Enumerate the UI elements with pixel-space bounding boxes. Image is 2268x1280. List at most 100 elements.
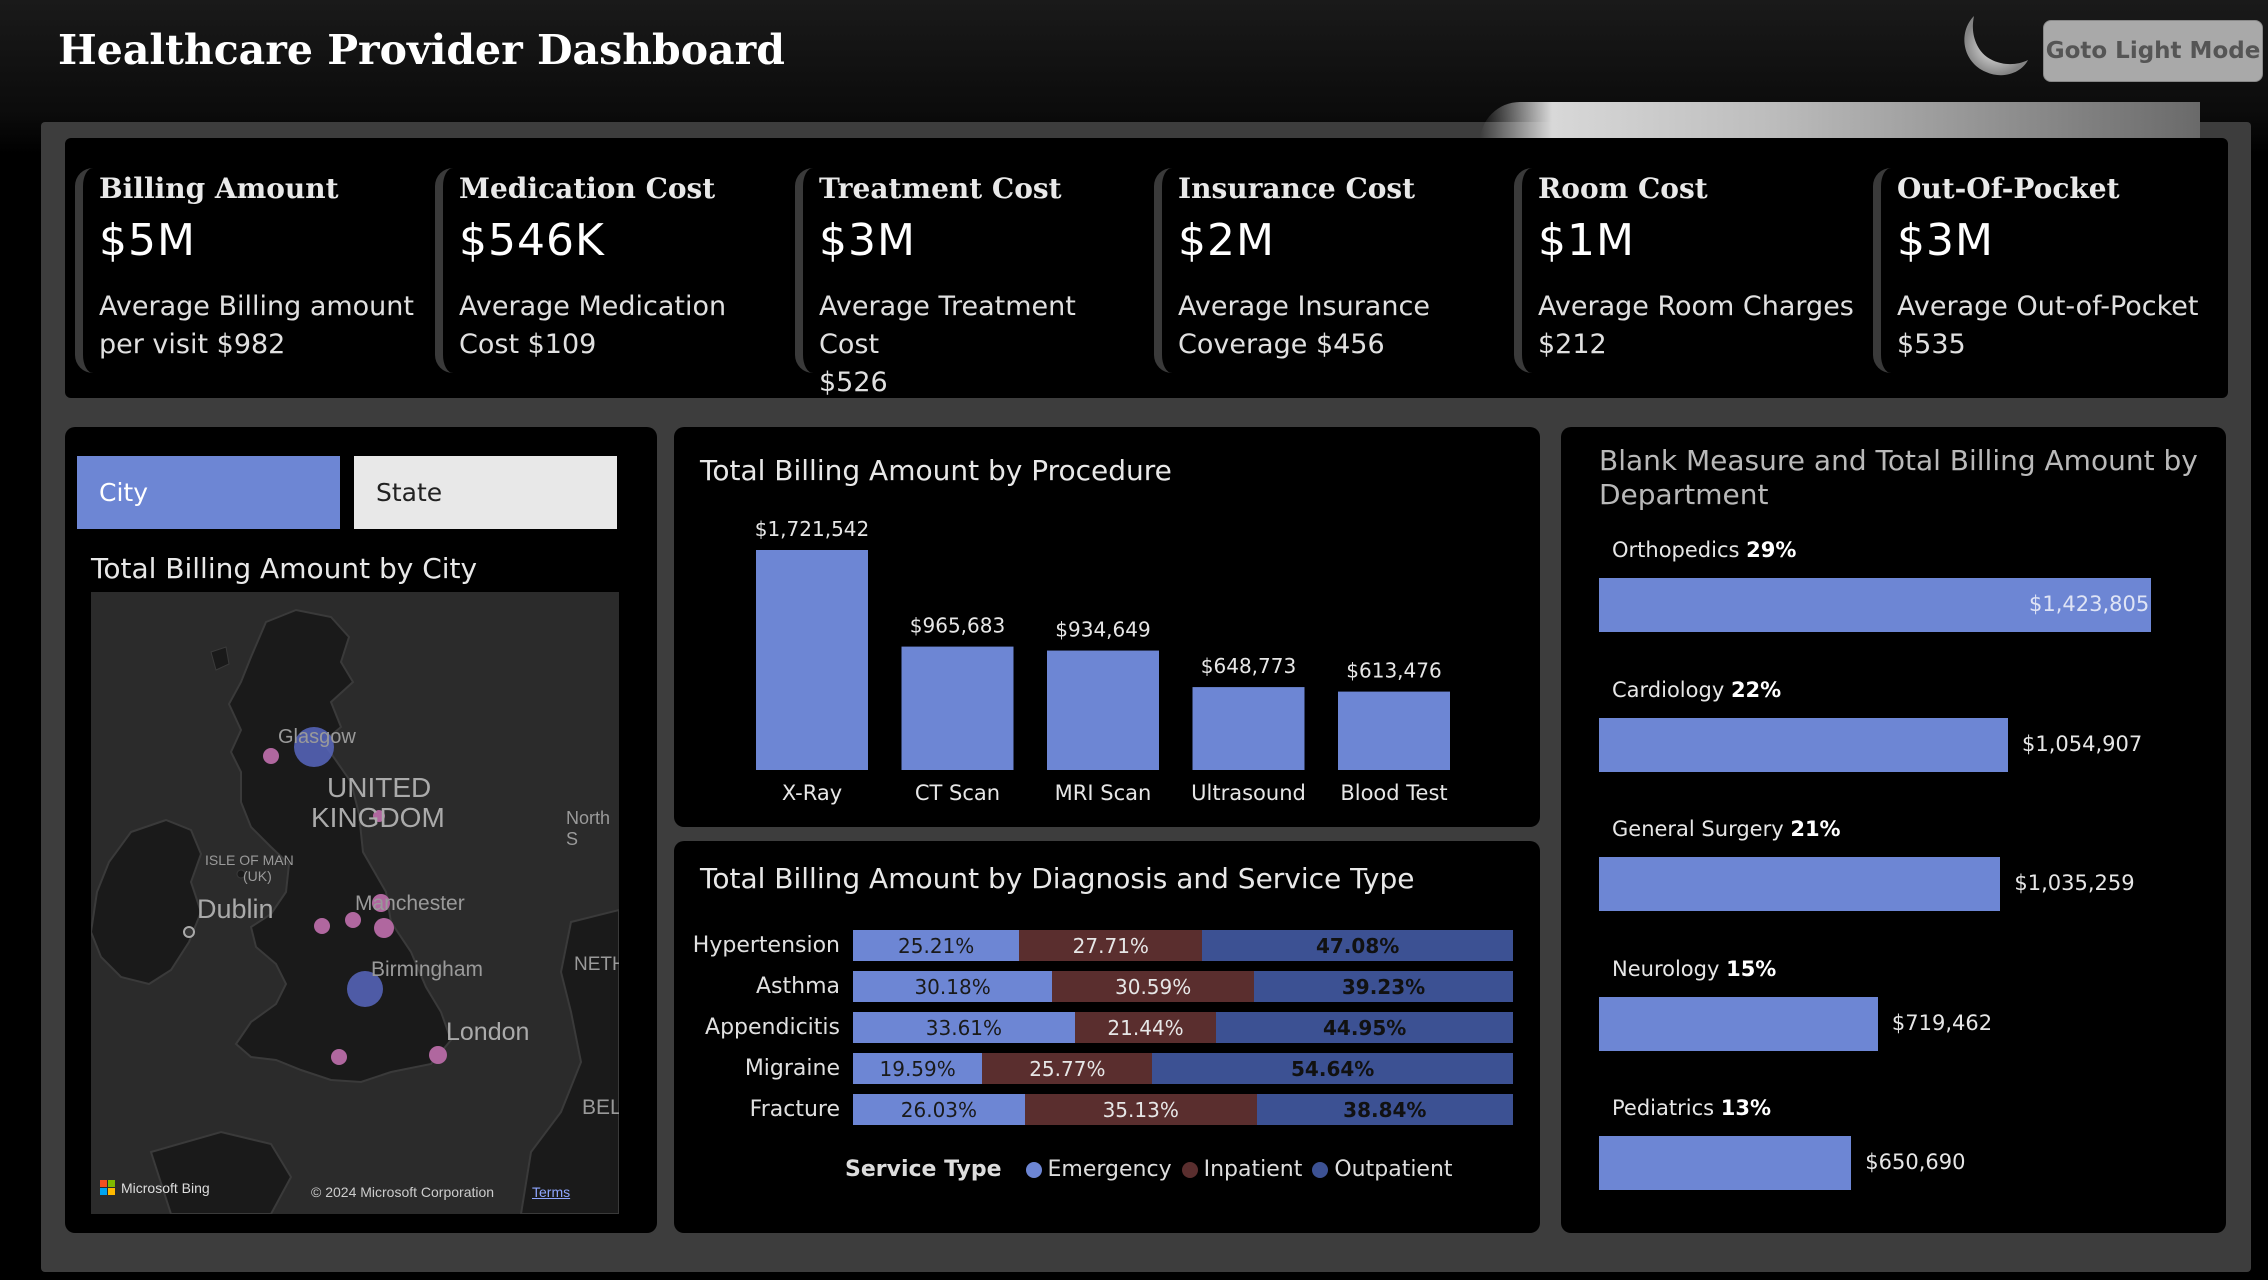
map-label-dublin: Dublin <box>197 894 274 924</box>
map-label-manchester: Manchester <box>355 892 465 915</box>
diagnosis-segment-outpatient[interactable]: 54.64% <box>1152 1053 1513 1084</box>
city-bubble[interactable] <box>374 918 394 938</box>
kpi-card-medication: Medication Cost $546K Average Medication… <box>435 168 775 373</box>
kpi-description: Average Room Charges $212 <box>1538 291 1854 360</box>
microsoft-logo-icon <box>100 1180 116 1196</box>
procedure-value-label: $1,721,542 <box>755 517 870 541</box>
kpi-description: Average Billing amount per visit $982 <box>99 291 414 360</box>
department-share: 29% <box>1746 538 1797 562</box>
diagnosis-segment-inpatient[interactable]: 21.44% <box>1074 1012 1217 1043</box>
diagnosis-segment-outpatient[interactable]: 47.08% <box>1202 930 1513 961</box>
department-value-label: $719,462 <box>1891 1010 1993 1035</box>
procedure-value-label: $613,476 <box>1346 659 1441 683</box>
kpi-value: $2M <box>1178 215 1275 266</box>
department-bar[interactable] <box>1599 717 2008 772</box>
procedure-category-label: X-Ray <box>782 781 842 805</box>
diagnosis-segment-emergency[interactable]: 33.61% <box>853 1012 1075 1043</box>
diagnosis-segment-inpatient[interactable]: 30.59% <box>1052 971 1255 1002</box>
map-label-isle-of-man: ISLE OF MAN <box>205 852 294 868</box>
moon-icon[interactable] <box>1952 10 2032 82</box>
department-bar[interactable] <box>1599 996 1878 1051</box>
diagnosis-segment-outpatient[interactable]: 44.95% <box>1216 1012 1513 1043</box>
map-label-netherlands: NETH <box>574 954 619 975</box>
terms-link[interactable]: Terms <box>532 1184 570 1200</box>
procedure-value-label: $934,649 <box>1055 618 1150 642</box>
procedure-category-label: Ultrasound <box>1191 781 1306 805</box>
diagnosis-row: Fracture 26.03% 35.13% 38.84% <box>690 1094 1513 1125</box>
diagnosis-row: Appendicitis 33.61% 21.44% 44.95% <box>690 1012 1513 1043</box>
procedure-bar[interactable] <box>901 646 1014 770</box>
city-map[interactable]: Glasgow UNITED KINGDOM North S ISLE OF M… <box>91 592 619 1214</box>
department-label: General Surgery 21% <box>1612 817 1841 841</box>
diagnosis-segment-inpatient[interactable]: 27.71% <box>1019 930 1203 961</box>
map-copyright: © 2024 Microsoft Corporation <box>311 1184 495 1200</box>
diagnosis-segment-outpatient[interactable]: 39.23% <box>1254 971 1513 1002</box>
service-type-legend: Service Type Emergency Inpatient Outpati… <box>845 1157 1453 1182</box>
department-bar[interactable] <box>1599 857 2001 911</box>
department-share: 22% <box>1730 677 1782 702</box>
kpi-label: Insurance Cost <box>1178 172 1416 205</box>
kpi-card-treatment: Treatment Cost $3M Average Treatment Cos… <box>795 168 1135 398</box>
kpi-value: $5M <box>99 215 196 266</box>
legend-inpatient-dot <box>1181 1161 1198 1178</box>
legend-emergency[interactable]: Emergency <box>1048 1157 1172 1182</box>
diagnosis-row: Hypertension 25.21% 27.71% 47.08% <box>690 930 1513 961</box>
diagnosis-segment-outpatient[interactable]: 38.84% <box>1256 1094 1513 1125</box>
bing-attribution: Microsoft Bing <box>121 1180 210 1196</box>
city-bubble[interactable] <box>314 918 330 934</box>
kpi-card-room: Room Cost $1M Average Room Charges $212 <box>1514 168 1854 373</box>
light-mode-button[interactable]: Goto Light Mode <box>2043 20 2263 82</box>
kpi-value: $3M <box>819 215 916 266</box>
diagnosis-chart-title: Total Billing Amount by Diagnosis and Se… <box>700 862 1415 895</box>
procedure-value-label: $648,773 <box>1201 654 1296 678</box>
legend-title: Service Type <box>845 1157 1002 1182</box>
city-toggle-button[interactable]: City <box>77 456 340 529</box>
diagnosis-segment-inpatient[interactable]: 35.13% <box>1024 1094 1257 1125</box>
department-value-label: $1,054,907 <box>2021 731 2143 756</box>
legend-outpatient[interactable]: Outpatient <box>1334 1157 1452 1182</box>
kpi-label: Treatment Cost <box>819 172 1062 205</box>
kpi-description: Average Treatment Cost $526 <box>819 291 1076 398</box>
procedure-bar-chart: $1,721,542 X-Ray $965,683 CT Scan $934,649 MR… <box>755 517 1450 805</box>
city-bubble[interactable] <box>429 1046 447 1064</box>
kpi-label: Out-Of-Pocket <box>1897 172 2120 205</box>
map-label-north-sea: North S <box>566 808 611 849</box>
map-label-glasgow: Glasgow <box>278 726 356 748</box>
map-title: Total Billing Amount by City <box>91 552 478 585</box>
city-bubble[interactable] <box>263 748 279 764</box>
kpi-label: Billing Amount <box>99 172 339 205</box>
diagnosis-segment-emergency[interactable]: 25.21% <box>853 930 1020 961</box>
department-share: 21% <box>1790 817 1841 841</box>
procedure-bar[interactable] <box>1338 691 1450 770</box>
department-value-label: $1,423,805 <box>2029 592 2150 616</box>
diagnosis-label: Hypertension <box>692 933 840 958</box>
procedure-category-label: MRI Scan <box>1055 781 1152 805</box>
diagnosis-label: Fracture <box>749 1097 840 1122</box>
procedure-category-label: Blood Test <box>1340 781 1447 805</box>
map-label-belgium: BEL <box>582 1096 619 1119</box>
procedure-bar[interactable] <box>756 550 868 770</box>
department-share: 13% <box>1720 1096 1771 1120</box>
diagnosis-segment-inpatient[interactable]: 25.77% <box>982 1053 1153 1084</box>
kpi-label: Room Cost <box>1538 172 1708 205</box>
department-value-label: $1,035,259 <box>2014 871 2135 895</box>
diagnosis-row: Migraine 19.59% 25.77% 54.64% <box>690 1053 1513 1084</box>
procedure-bar[interactable] <box>1192 687 1305 770</box>
kpi-description: Average Insurance Coverage $456 <box>1178 291 1430 360</box>
kpi-description: Average Medication Cost $109 <box>459 291 727 360</box>
diagnosis-segment-emergency[interactable]: 19.59% <box>853 1053 983 1084</box>
state-toggle-button[interactable]: State <box>354 456 617 529</box>
procedure-bar[interactable] <box>1047 650 1159 770</box>
diagnosis-label: Asthma <box>756 974 840 999</box>
map-label-isle-of-man-uk: (UK) <box>243 868 272 884</box>
diagnosis-segment-emergency[interactable]: 30.18% <box>853 971 1053 1002</box>
kpi-card-insurance: Insurance Cost $2M Average Insurance Cove… <box>1154 168 1494 373</box>
department-label: Orthopedics 29% <box>1612 538 1797 562</box>
city-bubble[interactable] <box>331 1049 347 1065</box>
kpi-strip: Billing Amount $5M Average Billing amoun… <box>65 138 2228 398</box>
department-bar[interactable] <box>1599 1136 1852 1190</box>
decorative-glow <box>1480 102 2200 142</box>
diagnosis-segment-emergency[interactable]: 26.03% <box>853 1094 1025 1125</box>
legend-inpatient[interactable]: Inpatient <box>1204 1157 1303 1182</box>
diagnosis-label: Migraine <box>744 1056 840 1081</box>
